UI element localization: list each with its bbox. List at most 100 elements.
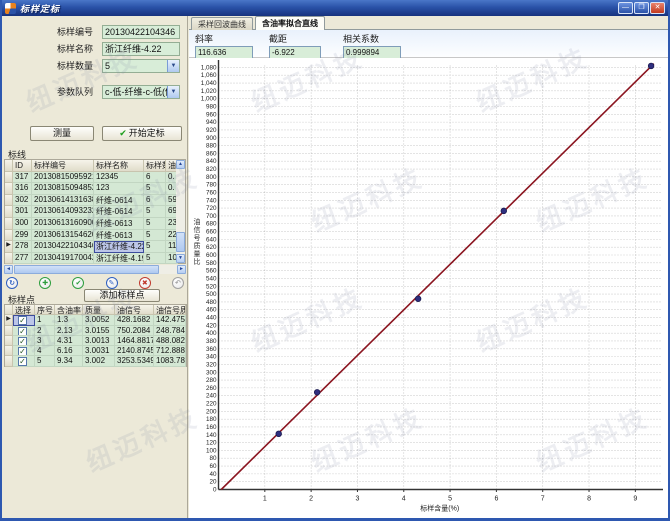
add-point-button[interactable]: 添加标样点 <box>84 289 160 302</box>
table-row-cell[interactable]: 1 <box>35 315 55 325</box>
table-row-cell[interactable]: 纤维-0614 <box>94 206 144 218</box>
table-row-cell[interactable]: 3253.5349 <box>115 356 154 366</box>
table-row-cell[interactable]: 5 <box>144 206 166 218</box>
table-row-cell[interactable]: 3.002 <box>83 356 115 366</box>
table-row-cell[interactable]: 20130613154620 <box>32 230 94 242</box>
table-row-cell[interactable]: 9.34 <box>55 356 83 366</box>
table-row-cell[interactable]: 300 <box>13 218 32 230</box>
param-queue-select[interactable]: c-低-纤维-c-低(修正: ▼ <box>102 85 180 99</box>
navigator-confirm-button[interactable]: ✔ <box>72 277 84 289</box>
table-row-cell[interactable]: 12345 <box>94 172 144 184</box>
navigator-undo-button[interactable]: ↶ <box>172 277 184 289</box>
table-row-cell[interactable]: 6 <box>144 195 166 207</box>
table-row-cell[interactable]: 277 <box>13 253 32 265</box>
table-row-cell[interactable]: 1464.8817 <box>115 336 154 346</box>
table-row-cell[interactable]: 20130614093232 <box>32 206 94 218</box>
minimize-button[interactable]: — <box>618 2 633 14</box>
table-row-cell[interactable]: 5 <box>35 356 55 366</box>
table-row-cell[interactable]: 6 <box>144 172 166 184</box>
table-row-cell[interactable]: 5 <box>144 183 166 195</box>
scroll-up-icon[interactable]: ▲ <box>176 160 185 169</box>
navigator-refresh-button[interactable]: ↻ <box>6 277 18 289</box>
table-row-cell[interactable]: 4.31 <box>55 336 83 346</box>
table-row-cell[interactable]: 3 <box>35 336 55 346</box>
row-checkbox[interactable]: ✓ <box>18 347 27 356</box>
start-calibration-button[interactable]: ✔开始定标 <box>102 126 182 141</box>
sample-name-input[interactable]: 浙江纤维-4.22 <box>102 42 180 56</box>
sample-count-select[interactable]: 5 ▼ <box>102 59 180 73</box>
lines-vertical-scrollbar[interactable]: ▲ ▼ <box>176 160 185 263</box>
table-row-cell[interactable]: 123 <box>94 183 144 195</box>
navigator-delete-button[interactable]: ✖ <box>139 277 151 289</box>
chevron-down-icon[interactable]: ▼ <box>167 60 179 72</box>
table-row-cell[interactable]: 317 <box>13 172 32 184</box>
table-row-cell[interactable]: 3.0031 <box>83 346 115 356</box>
row-checkbox[interactable]: ✓ <box>18 337 27 346</box>
tab-echo-curve[interactable]: 采样回波曲线 <box>191 17 253 30</box>
sample-id-input[interactable]: 20130422104346 <box>102 25 180 39</box>
tab-oil-fit-line[interactable]: 含油率拟合直线 <box>255 16 325 30</box>
scroll-down-icon[interactable]: ▼ <box>176 254 185 263</box>
column-header[interactable]: 油信号质量比 <box>154 305 186 315</box>
select-cell[interactable]: ✓ <box>13 346 35 356</box>
table-row-cell[interactable]: 142.4758 <box>154 315 186 325</box>
measure-button[interactable]: 测量 <box>30 126 94 141</box>
close-button[interactable]: ✕ <box>650 2 665 14</box>
table-row-cell[interactable]: 248.7841 <box>154 326 186 336</box>
table-row-cell[interactable]: 浙江纤维-4.22 <box>94 241 144 253</box>
row-checkbox[interactable]: ✓ <box>18 357 27 366</box>
column-header[interactable]: 标样名称 <box>94 160 144 172</box>
table-row-cell[interactable]: 浙江纤维-4.19 <box>94 253 144 265</box>
maximize-button[interactable]: ❐ <box>634 2 649 14</box>
table-row-cell[interactable]: 302 <box>13 195 32 207</box>
table-row-cell[interactable]: 1083.7891 <box>154 356 186 366</box>
table-row-cell[interactable]: 5 <box>144 253 166 265</box>
table-row-cell[interactable]: 5 <box>144 241 166 253</box>
lines-horizontal-scrollbar[interactable]: ◄ ► <box>4 265 186 274</box>
table-row-cell[interactable]: 4 <box>35 346 55 356</box>
table-row-cell[interactable]: 301 <box>13 206 32 218</box>
column-header[interactable]: 质量 <box>83 305 115 315</box>
table-row-cell[interactable]: 3.0013 <box>83 336 115 346</box>
table-row-cell[interactable]: 2.13 <box>55 326 83 336</box>
table-row-cell[interactable]: 316 <box>13 183 32 195</box>
select-cell[interactable]: ✓ <box>13 356 35 366</box>
table-row-cell[interactable]: 20130815094852 <box>32 183 94 195</box>
table-row-cell[interactable]: 20130613160900 <box>32 218 94 230</box>
column-header[interactable]: 标样编号 <box>32 160 94 172</box>
table-row-cell[interactable]: 2140.8745 <box>115 346 154 356</box>
table-row-cell[interactable]: 20130419170042 <box>32 253 94 265</box>
column-header[interactable]: 油信号 <box>115 305 154 315</box>
navigator-edit-button[interactable]: ✎ <box>106 277 118 289</box>
row-checkbox[interactable]: ✓ <box>18 327 27 336</box>
table-row-cell[interactable]: 712.8882 <box>154 346 186 356</box>
column-header[interactable]: 序号 <box>35 305 55 315</box>
table-row-cell[interactable]: 488.0824 <box>154 336 186 346</box>
scroll-left-icon[interactable]: ◄ <box>4 265 13 274</box>
column-header[interactable]: 标样数量 <box>144 160 166 172</box>
select-cell[interactable]: ✓ <box>13 336 35 346</box>
table-row-cell[interactable]: 20130422104346 <box>32 241 94 253</box>
scrollbar-thumb[interactable] <box>14 265 159 274</box>
table-row-cell[interactable]: 750.2084 <box>115 326 154 336</box>
table-row-cell[interactable]: 6.16 <box>55 346 83 356</box>
table-row-cell[interactable]: 20130815095921 <box>32 172 94 184</box>
scrollbar-thumb[interactable] <box>176 232 185 252</box>
select-cell[interactable]: ✓ <box>13 326 35 336</box>
row-checkbox[interactable]: ✓ <box>18 316 27 325</box>
table-row-cell[interactable]: 278 <box>13 241 32 253</box>
select-cell[interactable]: ✓ <box>13 315 35 325</box>
table-row-cell[interactable]: 1.3 <box>55 315 83 325</box>
table-row-cell[interactable]: 20130614131638 <box>32 195 94 207</box>
column-header[interactable]: 选择 <box>13 305 35 315</box>
table-row-cell[interactable]: 5 <box>144 218 166 230</box>
column-header[interactable]: ID <box>13 160 32 172</box>
table-row-cell[interactable]: 428.1682 <box>115 315 154 325</box>
table-row-cell[interactable]: 纤维-0613 <box>94 218 144 230</box>
scroll-right-icon[interactable]: ► <box>177 265 186 274</box>
table-row-cell[interactable]: 5 <box>144 230 166 242</box>
navigator-add-button[interactable]: ✚ <box>39 277 51 289</box>
table-row-cell[interactable]: 299 <box>13 230 32 242</box>
table-row-cell[interactable]: 3.0155 <box>83 326 115 336</box>
table-row-cell[interactable]: 2 <box>35 326 55 336</box>
